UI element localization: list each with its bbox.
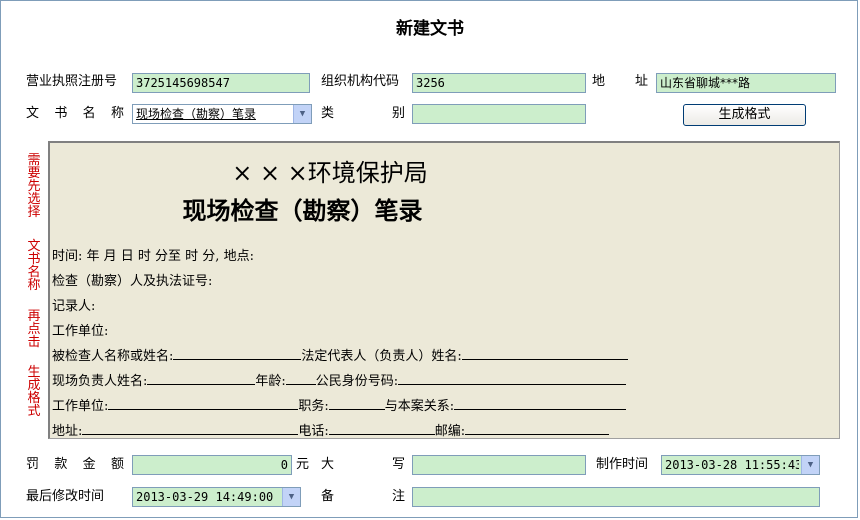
fine-amount-input[interactable]: 0: [132, 455, 292, 475]
hint-line-1: 需要先选择: [27, 153, 41, 220]
doc-line-time: 时间: 年 月 日 时 分至 时 分, 地点:: [52, 249, 254, 264]
document-editor[interactable]: × × ×环境保护局 现场检查（勘察）笔录 时间: 年 月 日 时 分至 时 分…: [48, 141, 840, 439]
blank-line: [82, 422, 299, 435]
blank-line: [147, 372, 256, 385]
capital-label: 大写: [321, 457, 405, 472]
doc-line-inspected: 被检查人名称或姓名: 法定代表人（负责人）姓名:: [52, 345, 628, 364]
created-time-value: 2013-03-28 11:55:43: [665, 458, 799, 472]
remark-input[interactable]: [412, 487, 820, 507]
blank-line: [328, 397, 385, 410]
blank-line: [465, 422, 610, 435]
remark-label: 备注: [321, 489, 405, 504]
chevron-down-icon[interactable]: ▼: [801, 456, 819, 474]
doc-line-recorder: 记录人:: [52, 299, 96, 314]
doc-name-select[interactable]: 现场检查（勘察）笔录 ▼: [132, 104, 312, 124]
created-time-select[interactable]: 2013-03-28 11:55:43 ▼: [661, 455, 820, 475]
address-label: 地址: [592, 74, 648, 89]
org-code-input[interactable]: 3256: [412, 73, 586, 93]
doc-line-address: 地址: 电话: 邮编:: [52, 420, 610, 438]
hint-line-2: 文书名称: [27, 239, 41, 293]
document-subheading: 现场检查（勘察）笔录: [182, 197, 423, 225]
blank-line: [173, 347, 302, 360]
generate-format-button[interactable]: 生成格式: [683, 104, 806, 126]
hint-line-4: 生成格式: [27, 365, 41, 419]
blank-line: [328, 422, 435, 435]
blank-line: [398, 372, 627, 385]
page-title: 新建文书: [396, 19, 464, 39]
category-label: 类别: [321, 106, 405, 121]
chevron-down-icon[interactable]: ▼: [293, 105, 311, 123]
blank-line: [285, 372, 316, 385]
org-code-label: 组织机构代码: [321, 74, 400, 89]
blank-line: [461, 347, 628, 360]
fine-unit: 元: [296, 457, 310, 472]
blank-line: [108, 397, 299, 410]
doc-line-inspector: 检查（勘察）人及执法证号:: [52, 274, 213, 289]
fine-label: 罚款金额: [26, 457, 124, 472]
doc-line-work-unit: 工作单位:: [52, 324, 109, 339]
hint-line-3: 再点击: [27, 309, 41, 350]
doc-name-label: 文书名称: [26, 106, 124, 121]
chevron-down-icon[interactable]: ▼: [282, 488, 300, 506]
modified-time-select[interactable]: 2013-03-29 14:49:00 ▼: [132, 487, 301, 507]
address-input[interactable]: 山东省聊城***路: [656, 73, 836, 93]
doc-line-work-unit-2: 工作单位: 职务: 与本案关系:: [52, 395, 627, 414]
modified-label: 最后修改时间: [26, 489, 105, 504]
created-label: 制作时间: [596, 457, 649, 472]
doc-line-site-person: 现场负责人姓名: 年龄: 公民身份号码:: [52, 370, 627, 389]
modified-time-value: 2013-03-29 14:49:00: [136, 490, 274, 504]
category-input[interactable]: [412, 104, 586, 124]
license-input[interactable]: 3725145698547: [132, 73, 310, 93]
license-label: 营业执照注册号: [26, 74, 118, 89]
doc-name-value: 现场检查（勘察）笔录: [136, 107, 257, 121]
capital-amount-input[interactable]: [412, 455, 586, 475]
document-heading: × × ×环境保护局: [232, 159, 428, 187]
blank-line: [454, 397, 627, 410]
